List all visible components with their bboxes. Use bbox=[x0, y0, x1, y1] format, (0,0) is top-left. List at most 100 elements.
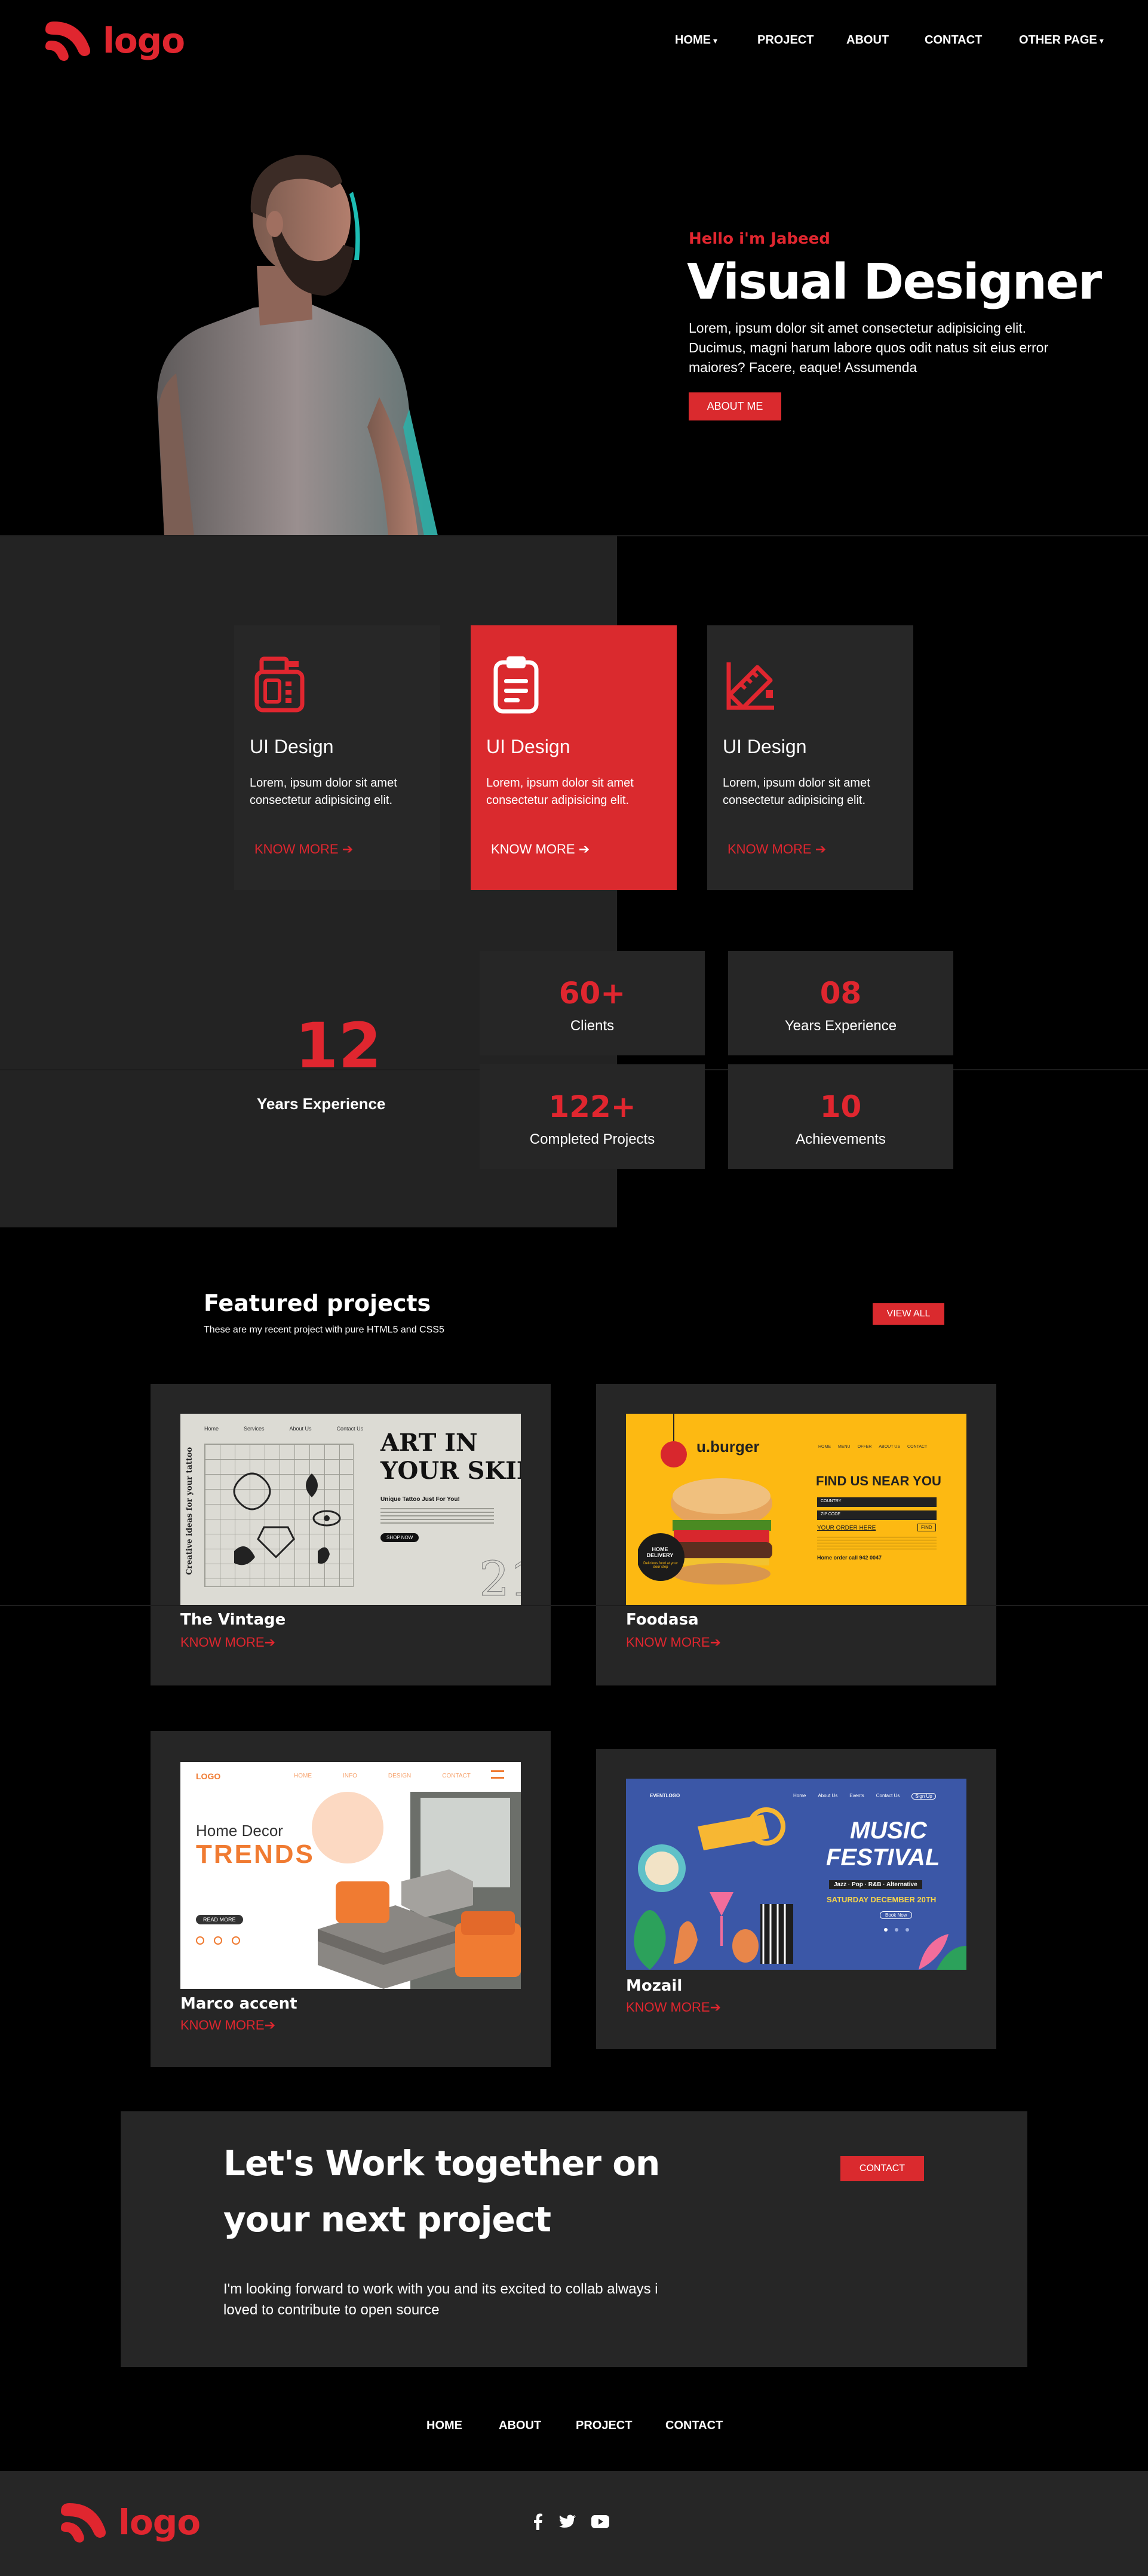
cta-title-line-1: Let's Work together on bbox=[223, 2143, 660, 2184]
view-all-button[interactable]: VIEW ALL bbox=[873, 1303, 944, 1325]
twitter-icon[interactable] bbox=[559, 2514, 576, 2529]
thumb-headline-2: YOUR SKIN bbox=[380, 1457, 521, 1485]
service-text: Lorem, ipsum dolor sit amet consectetur … bbox=[723, 776, 870, 807]
thumb-nav-item: HOME bbox=[294, 1773, 312, 1779]
footer-logo[interactable]: logo bbox=[59, 2498, 201, 2546]
project-know-more-link[interactable]: KNOW MORE➔ bbox=[626, 1635, 721, 1650]
arrow-right-icon: ➔ bbox=[264, 2018, 275, 2032]
contact-button[interactable]: CONTACT bbox=[840, 2156, 924, 2181]
stat-value: 10 bbox=[819, 1089, 862, 1124]
project-card-foodasa[interactable]: u.burger HOME MENU OFFER ABOUT US CONTAC… bbox=[596, 1384, 996, 1685]
project-thumbnail: LOGO HOME INFO DESIGN CONTACT Home Decor… bbox=[180, 1762, 521, 1989]
hero-description: Lorem, ipsum dolor sit amet consectetur … bbox=[689, 320, 1049, 375]
know-more-label: KNOW MORE bbox=[254, 842, 339, 856]
thumb-find: FIND bbox=[917, 1524, 936, 1531]
thumb-headline-1: ART IN bbox=[380, 1429, 478, 1457]
thumb-social-icons bbox=[196, 1936, 240, 1945]
thumb-cta: READ MORE bbox=[196, 1915, 243, 1924]
thumb-year: 21 bbox=[479, 1551, 521, 1605]
thumb-cta: SHOP NOW bbox=[380, 1533, 419, 1542]
nav-project-label: PROJECT bbox=[757, 33, 814, 47]
thumb-nav-item: Contact Us bbox=[336, 1426, 364, 1432]
project-know-more-link[interactable]: KNOW MORE➔ bbox=[180, 2018, 275, 2033]
service-text: Lorem, ipsum dolor sit amet consectetur … bbox=[486, 776, 634, 807]
project-thumbnail: Home Services About Us Contact Us Creati… bbox=[180, 1414, 521, 1605]
thumb-line-2: FESTIVAL bbox=[826, 1844, 940, 1871]
service-title: UI Design bbox=[723, 736, 807, 757]
thumb-nav-item: Contact Us bbox=[876, 1793, 900, 1798]
caret-down-icon: ▾ bbox=[1099, 36, 1104, 45]
youtube-icon[interactable] bbox=[591, 2515, 609, 2528]
experience-label: Years Experience bbox=[257, 1095, 386, 1113]
stat-label: Clients bbox=[570, 1018, 615, 1034]
header-logo[interactable]: logo bbox=[43, 17, 185, 65]
service-card-3: UI Design Lorem, ipsum dolor sit amet co… bbox=[707, 625, 913, 890]
project-card-mozail[interactable]: EVENTLOGO Home About Us Events Contact U… bbox=[596, 1749, 996, 2049]
logo-text: logo bbox=[118, 2502, 201, 2543]
music-instruments-image bbox=[634, 1807, 793, 1970]
stat-card-projects: 122+ Completed Projects bbox=[480, 1064, 705, 1169]
thumb-nav-item: CONTACT bbox=[907, 1445, 928, 1449]
footer-nav-about[interactable]: ABOUT bbox=[499, 2419, 541, 2433]
thumb-lines bbox=[380, 1508, 494, 1526]
stat-card-years: 08 Years Experience bbox=[728, 951, 953, 1055]
stat-card-achievements: 10 Achievements bbox=[728, 1064, 953, 1169]
thumb-nav-item: INFO bbox=[343, 1773, 357, 1779]
footer-nav-home[interactable]: HOME bbox=[426, 2419, 462, 2433]
nav-contact[interactable]: CONTACT bbox=[925, 33, 982, 47]
service-text: Lorem, ipsum dolor sit amet consectetur … bbox=[250, 776, 397, 807]
thumb-nav: Home Services About Us Contact Us bbox=[204, 1426, 363, 1432]
service-know-more-link[interactable]: KNOW MORE ➔ bbox=[254, 842, 353, 857]
experience-number: 12 bbox=[295, 1009, 382, 1082]
know-more-label: KNOW MORE bbox=[626, 2000, 710, 2015]
thumb-signup: Sign Up bbox=[911, 1793, 936, 1800]
thumb-line-1: MUSIC bbox=[850, 1817, 927, 1844]
footer-nav-project[interactable]: PROJECT bbox=[576, 2419, 632, 2433]
social-links bbox=[532, 2513, 609, 2530]
project-know-more-link[interactable]: KNOW MORE➔ bbox=[180, 1635, 275, 1650]
thumb-nav-item: CONTACT bbox=[442, 1773, 471, 1779]
hero-title: Visual Designer bbox=[687, 254, 1102, 311]
thumb-date: SATURDAY DECEMBER 20TH bbox=[827, 1895, 937, 1904]
leaves-decoration bbox=[919, 1934, 966, 1970]
arrow-right-icon: ➔ bbox=[578, 842, 590, 856]
nav-other-page[interactable]: OTHER PAGE ▾ bbox=[1019, 33, 1104, 47]
project-name: Foodasa bbox=[626, 1611, 699, 1629]
thumb-nav-item: About Us bbox=[818, 1793, 838, 1798]
know-more-label: KNOW MORE bbox=[180, 2018, 265, 2032]
know-more-label: KNOW MORE bbox=[728, 842, 812, 856]
service-title: UI Design bbox=[250, 736, 334, 757]
thumb-field-zip: ZIP CODE bbox=[817, 1510, 937, 1520]
thumb-nav-item: Services bbox=[244, 1426, 265, 1432]
project-card-vintage[interactable]: Home Services About Us Contact Us Creati… bbox=[151, 1384, 551, 1685]
project-card-marco-accent[interactable]: LOGO HOME INFO DESIGN CONTACT Home Decor… bbox=[151, 1731, 551, 2067]
service-card-2: UI Design Lorem, ipsum dolor sit amet co… bbox=[471, 625, 677, 890]
thumb-headline: FIND US NEAR YOU bbox=[816, 1473, 941, 1488]
clipboard-icon bbox=[493, 656, 539, 714]
project-thumbnail: u.burger HOME MENU OFFER ABOUT US CONTAC… bbox=[626, 1414, 966, 1605]
service-know-more-link[interactable]: KNOW MORE ➔ bbox=[491, 842, 590, 857]
service-know-more-link[interactable]: KNOW MORE ➔ bbox=[728, 842, 826, 857]
tattoo-sketch-icon bbox=[233, 1472, 341, 1565]
arrow-right-icon: ➔ bbox=[815, 842, 827, 856]
project-know-more-link[interactable]: KNOW MORE➔ bbox=[626, 2000, 721, 2015]
arrow-right-icon: ➔ bbox=[342, 842, 354, 856]
thumb-field-country: COUNTRY bbox=[817, 1497, 937, 1507]
section-divider bbox=[0, 535, 1148, 536]
caret-down-icon: ▾ bbox=[713, 36, 718, 45]
furniture-image bbox=[312, 1792, 521, 1989]
nav-home-label: HOME bbox=[675, 33, 711, 47]
facebook-icon[interactable] bbox=[532, 2513, 544, 2530]
nav-contact-label: CONTACT bbox=[925, 33, 983, 47]
logo-text: logo bbox=[103, 20, 185, 61]
thumb-nav-item: OFFER bbox=[857, 1445, 872, 1449]
nav-project[interactable]: PROJECT bbox=[757, 33, 814, 47]
thumb-nav-item: HOME bbox=[818, 1445, 831, 1449]
thumb-nav-item: Home bbox=[793, 1793, 806, 1798]
nav-home[interactable]: HOME ▾ bbox=[675, 33, 717, 47]
thumb-order: YOUR ORDER HERE bbox=[817, 1525, 876, 1531]
logo-mark-icon bbox=[45, 22, 90, 61]
nav-about[interactable]: ABOUT bbox=[846, 33, 889, 47]
about-me-button[interactable]: ABOUT ME bbox=[689, 392, 781, 420]
footer-nav-contact[interactable]: CONTACT bbox=[665, 2419, 723, 2433]
